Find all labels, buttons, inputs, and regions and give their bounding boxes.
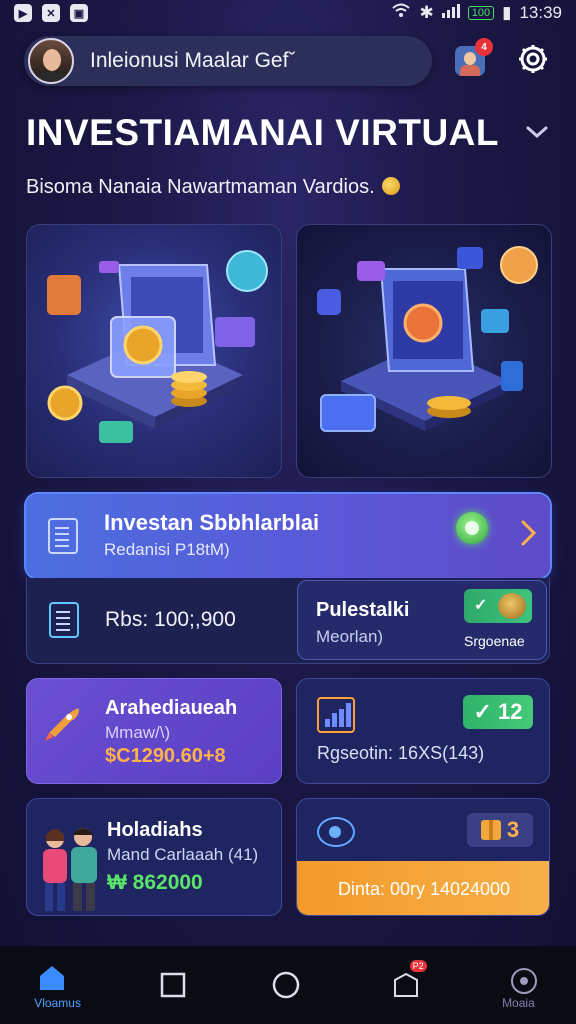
bottom-nav: Vloamus P2 Moaia [0, 946, 576, 1024]
shuffle-notification-icon: ✕ [42, 4, 60, 22]
card-1-title: Arahediaueah [105, 697, 238, 719]
signal-icon [441, 3, 460, 23]
card-2-badge: ✓ 12 [463, 695, 533, 729]
circle-icon [273, 971, 300, 999]
status-time: 13:39 [519, 3, 562, 22]
pulse-card-subtitle: Meorlan) [316, 627, 384, 646]
card-2-badge-count: 12 [497, 699, 523, 724]
pulse-card-title: Pulestalki [316, 599, 410, 621]
card-3-value: ₩ 862000 [107, 871, 203, 894]
card-3-subtitle: Mand Carlaaah (41) [107, 845, 259, 864]
pulse-card-label: Srgoenae [464, 633, 525, 649]
card-arahediaueah[interactable]: Arahediaueah Mmaw/\) $C1290.60+8 [26, 678, 282, 784]
chevron-right-icon[interactable] [520, 518, 538, 548]
wifi-icon [391, 3, 411, 24]
image-notification-icon: ▣ [70, 4, 88, 22]
laptop-investment-illustration [26, 224, 282, 478]
avatar[interactable] [28, 38, 74, 84]
square-icon [160, 972, 186, 998]
coin-icon [382, 177, 401, 195]
nav-item-circle[interactable] [230, 946, 345, 1024]
invest-banner-subtitle: Redanisi P18tM) [104, 540, 230, 559]
pulse-card[interactable]: Pulestalki Meorlan) Srgoenae [297, 580, 547, 660]
nav-label-home: Vloamus [34, 996, 81, 1010]
card-4-badge-count: 3 [506, 817, 520, 842]
page-title: INVESTIAMANAI VIRTUAL [26, 112, 499, 153]
page-subtitle: Bisoma Nanaia Nawartmaman Vardios. [26, 176, 401, 199]
card-1-value: $C1290.60+8 [105, 745, 226, 767]
notification-badge: 4 [475, 38, 493, 56]
profile-pill[interactable]: Inleionusi Maalar Gefˇ [24, 36, 432, 86]
people-illustration [35, 821, 105, 915]
card-holadiahs[interactable]: Holadiahs Mand Carlaaah (41) ₩ 862000 [26, 798, 282, 916]
invest-banner-button[interactable]: Investan Sbbhlarblai Redanisi P18tM) [26, 494, 550, 578]
app-notification-icon: ▶ [14, 4, 32, 22]
chevron-down-icon[interactable] [524, 122, 550, 142]
pulse-badge-icon [464, 589, 532, 623]
battery-icon: ▮ [502, 3, 512, 22]
settings-gear-icon[interactable] [516, 42, 550, 76]
nav-item-home[interactable]: Vloamus [0, 946, 115, 1024]
balance-value: Rbs: 100;,900 [105, 608, 236, 631]
invest-banner-title: Investan Sbbhlarblai [104, 510, 320, 535]
nav-item-square[interactable] [115, 946, 230, 1024]
status-bar: ▶ ✕ ▣ ✱ 100 ▮ 13:39 [0, 0, 576, 26]
laptop-finance-illustration [296, 224, 552, 478]
card-2-text: Rgseotin: 16XS(143) [317, 743, 485, 763]
chat-icon [317, 817, 355, 847]
card-3-title: Holadiahs [107, 819, 203, 841]
nav-label-profile: Moaia [502, 996, 535, 1010]
card-1-subtitle: Mmaw/\) [105, 723, 171, 742]
card-dinta[interactable]: 3 Dinta: 00ry 14024000 [296, 798, 550, 916]
card-rgseotin[interactable]: ✓ 12 Rgseotin: 16XS(143) [296, 678, 550, 784]
rocket-icon [43, 703, 83, 743]
nav-item-inbox[interactable]: P2 [346, 946, 461, 1024]
nav-item-profile[interactable]: Moaia [461, 946, 576, 1024]
location-pin-icon [456, 512, 488, 544]
document-icon [48, 518, 78, 554]
document-icon [49, 602, 79, 638]
check-icon: ✓ [473, 699, 492, 724]
balance-card[interactable]: Rbs: 100;,900 Pulestalki Meorlan) Srgoen… [26, 578, 550, 664]
profile-name: Inleionusi Maalar Gefˇ [90, 49, 296, 72]
card-4-badge: 3 [467, 813, 533, 847]
gift-icon [480, 820, 501, 840]
bluetooth-icon: ✱ [419, 3, 434, 22]
inbox-badge: P2 [409, 960, 427, 972]
battery-percentage: 100 [467, 6, 495, 20]
inbox-icon [393, 972, 418, 997]
card-4-action-button[interactable]: Dinta: 00ry 14024000 [297, 861, 549, 915]
bar-chart-icon [317, 697, 355, 733]
profile-icon [510, 968, 537, 994]
